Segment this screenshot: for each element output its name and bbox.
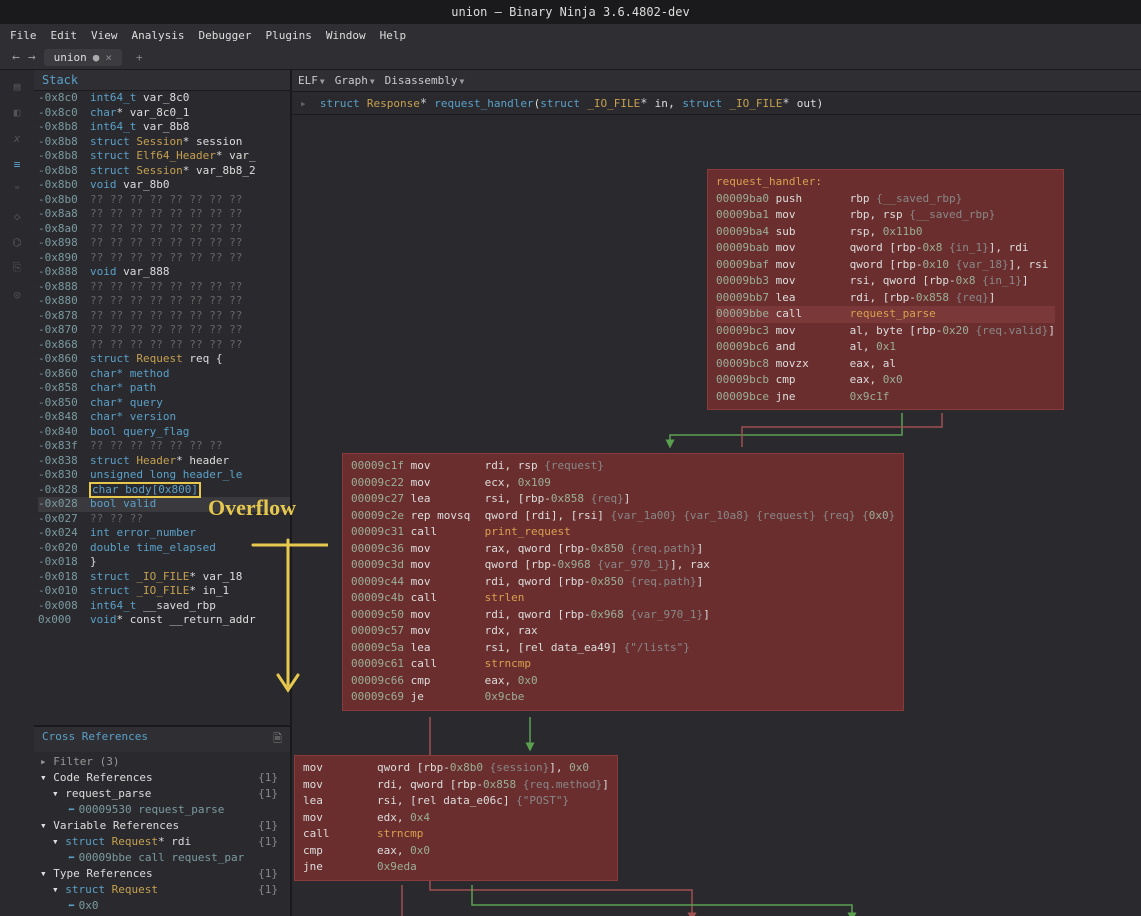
stack-row[interactable]: -0x024 int error_number [38,526,290,541]
graph-area[interactable]: request_handler:00009ba0 pushrbp {__save… [292,115,1141,916]
stack-row[interactable]: 0x000void* const __return_addr [38,613,290,628]
xref-header: Cross References 🗎 [34,727,290,752]
xref-body[interactable]: ▸ Filter (3)▾ Code References{1}▾ reques… [34,752,290,916]
xref-row[interactable]: ▾ struct Request* rdi{1} [40,834,284,850]
nav-forward-icon[interactable]: → [28,50,36,65]
stack-row[interactable]: -0x888void var_888 [38,265,290,280]
stack-row[interactable]: -0x010struct _IO_FILE* in_1 [38,584,290,599]
menu-plugins[interactable]: Plugins [265,29,311,42]
stack-row[interactable]: -0x848 char* version [38,410,290,425]
sidebar-icon-db[interactable]: ⌬ [7,232,27,252]
stack-row[interactable]: -0x8b8int64_t var_8b8 [38,120,290,135]
stack-row[interactable]: -0x027 ?? ?? ?? [38,512,290,527]
sidebar-icon-target[interactable]: ◎ [7,284,27,304]
stack-row[interactable]: -0x8a8?? ?? ?? ?? ?? ?? ?? ?? [38,207,290,222]
xref-row[interactable]: ▾ Code References{1} [40,770,284,786]
xref-export-icon[interactable]: 🗎 [273,730,282,749]
xref-row[interactable]: ▾ Variable References{1} [40,818,284,834]
right-pane: ELF▼ Graph▼ Disassembly▼ ▸ struct Respon… [292,70,1141,916]
stack-row[interactable]: -0x828 char body[0x800] [38,483,290,498]
menu-view[interactable]: View [91,29,118,42]
window-title: union — Binary Ninja 3.6.4802-dev [0,0,1141,24]
sidebar-icon-tag[interactable]: ◇ [7,206,27,226]
function-signature: ▸ struct Response* request_handler(struc… [292,92,1141,115]
close-icon[interactable]: × [105,51,112,64]
stack-row[interactable]: -0x8c0int64_t var_8c0 [38,91,290,106]
basic-block-2[interactable]: 00009c1f movrdi, rsp {request}00009c22 m… [342,453,904,711]
stack-row[interactable]: -0x8b0void var_8b0 [38,178,290,193]
stack-view[interactable]: -0x8c0int64_t var_8c0-0x8c0char* var_8c0… [34,91,290,725]
stack-row[interactable]: -0x8c0char* var_8c0_1 [38,106,290,121]
stack-row[interactable]: -0x018} [38,555,290,570]
file-tab[interactable]: union ● × [44,49,122,66]
stack-row[interactable]: -0x868?? ?? ?? ?? ?? ?? ?? ?? [38,338,290,353]
stack-row[interactable]: -0x8a0?? ?? ?? ?? ?? ?? ?? ?? [38,222,290,237]
stack-row[interactable]: -0x860struct Request req { [38,352,290,367]
stack-row[interactable]: -0x008int64_t __saved_rbp [38,599,290,614]
left-pane: Stack -0x8c0int64_t var_8c0-0x8c0char* v… [34,70,292,916]
sidebar-icon-link[interactable]: ⎘ [7,258,27,278]
stack-row[interactable]: -0x850 char* query [38,396,290,411]
view-disasm[interactable]: Disassembly▼ [385,74,465,87]
stack-row[interactable]: -0x8b8struct Session* session [38,135,290,150]
xref-row[interactable]: ⬅00009bbe call request_par [40,850,284,866]
view-elf[interactable]: ELF▼ [298,74,325,87]
view-graph[interactable]: Graph▼ [335,74,375,87]
stack-row[interactable]: -0x858 char* path [38,381,290,396]
sidebar-icon-2[interactable]: ◧ [7,102,27,122]
stack-row[interactable]: -0x830 unsigned long header_le [38,468,290,483]
menu-debugger[interactable]: Debugger [198,29,251,42]
stack-row[interactable]: -0x860 char* method [38,367,290,382]
stack-row[interactable]: -0x878?? ?? ?? ?? ?? ?? ?? ?? [38,309,290,324]
stack-row[interactable]: -0x888?? ?? ?? ?? ?? ?? ?? ?? [38,280,290,295]
stack-row[interactable]: -0x8b8struct Session* var_8b8_2 [38,164,290,179]
nav-back-icon[interactable]: ← [12,50,20,65]
menu-edit[interactable]: Edit [51,29,78,42]
stack-row[interactable]: -0x83f ?? ?? ?? ?? ?? ?? ?? [38,439,290,454]
xref-row[interactable]: ▾ request_parse{1} [40,786,284,802]
sidebar-icon-quote[interactable]: " [7,180,27,200]
menubar: File Edit View Analysis Debugger Plugins… [0,24,1141,46]
menu-window[interactable]: Window [326,29,366,42]
xref-row[interactable]: ⬅00009530 request_parse [40,802,284,818]
add-tab-icon[interactable]: + [130,51,149,64]
menu-file[interactable]: File [10,29,37,42]
xref-title: Cross References [42,730,148,749]
stack-row[interactable]: -0x020 double time_elapsed [38,541,290,556]
xref-row[interactable]: ⬅0x0 [40,898,284,914]
xref-pane: Cross References 🗎 ▸ Filter (3)▾ Code Re… [34,725,290,916]
stack-row[interactable]: -0x880?? ?? ?? ?? ?? ?? ?? ?? [38,294,290,309]
stack-row[interactable]: -0x838 struct Header* header [38,454,290,469]
collapse-icon[interactable]: ▸ [300,97,307,110]
sidebar-icon-1[interactable]: ▤ [7,76,27,96]
stack-row[interactable]: -0x028 bool valid [38,497,290,512]
sidebar-iconbar: ▤ ◧ x ≡ " ◇ ⌬ ⎘ ◎ [0,70,34,916]
basic-block-3[interactable]: movqword [rbp-0x8b0 {session}], 0x0movrd… [294,755,618,881]
tab-label: union [54,51,87,64]
stack-row[interactable]: -0x898?? ?? ?? ?? ?? ?? ?? ?? [38,236,290,251]
stack-row[interactable]: -0x8b0?? ?? ?? ?? ?? ?? ?? ?? [38,193,290,208]
stack-row[interactable]: -0x890?? ?? ?? ?? ?? ?? ?? ?? [38,251,290,266]
navbar: ← → union ● × + [0,46,1141,70]
menu-analysis[interactable]: Analysis [132,29,185,42]
xref-row[interactable]: ▾ struct Request{1} [40,882,284,898]
stack-header: Stack [34,70,290,91]
stack-row[interactable]: -0x018struct _IO_FILE* var_18 [38,570,290,585]
tab-dirty-icon: ● [93,51,100,64]
menu-help[interactable]: Help [380,29,407,42]
stack-row[interactable]: -0x870?? ?? ?? ?? ?? ?? ?? ?? [38,323,290,338]
xref-filter[interactable]: ▸ Filter (3) [40,754,284,770]
sidebar-icon-x[interactable]: x [7,128,27,148]
xref-row[interactable]: ▾ Type References{1} [40,866,284,882]
viewbar: ELF▼ Graph▼ Disassembly▼ [292,70,1141,92]
stack-row[interactable]: -0x8b8struct Elf64_Header* var_ [38,149,290,164]
basic-block-1[interactable]: request_handler:00009ba0 pushrbp {__save… [707,169,1064,410]
stack-row[interactable]: -0x840 bool query_flag [38,425,290,440]
sidebar-icon-stack[interactable]: ≡ [7,154,27,174]
